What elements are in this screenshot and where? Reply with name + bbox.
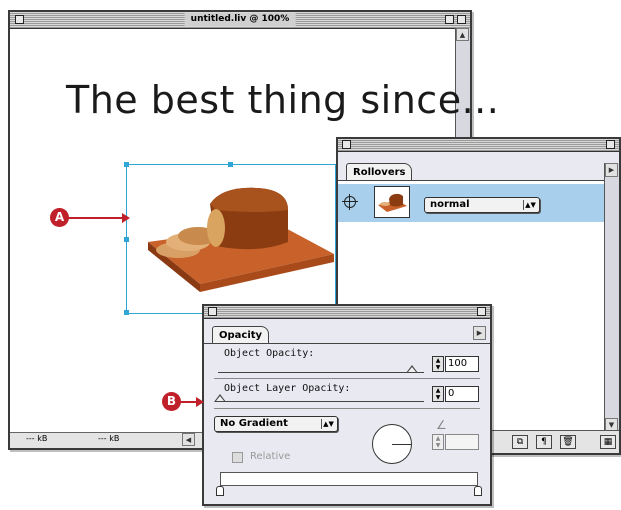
rollovers-scrollbar[interactable]: ▶ ▼	[604, 163, 619, 431]
tab-rollovers[interactable]: Rollovers	[346, 163, 413, 181]
crosshair-target-icon[interactable]	[342, 194, 358, 210]
headline-text[interactable]: The best thing since...	[66, 78, 499, 122]
document-title: untitled.liv @ 100%	[184, 13, 296, 26]
layer-opacity-stepper[interactable]: ▲ ▼	[432, 386, 444, 402]
selection-handle[interactable]	[124, 237, 129, 242]
rollovers-titlebar[interactable]	[338, 139, 619, 152]
opacity-palette: Opacity ▶ Object Opacity: ▲ ▼ 100 Object …	[202, 304, 492, 506]
selection-handle[interactable]	[124, 310, 129, 315]
document-titlebar[interactable]: untitled.liv @ 100%	[10, 12, 470, 29]
angle-stepper[interactable]: ▲ ▼	[432, 434, 444, 450]
selection-handle[interactable]	[228, 162, 233, 167]
angle-dial[interactable]	[372, 424, 412, 464]
layers-icon[interactable]: ▦	[600, 435, 616, 449]
scroll-up-arrow-icon[interactable]: ▲	[456, 28, 469, 41]
duplicate-icon[interactable]: ⧉	[512, 435, 528, 449]
section-divider	[214, 378, 480, 379]
gradient-stop-left[interactable]	[216, 486, 224, 496]
close-box-icon[interactable]	[15, 15, 24, 24]
callout-a: A	[50, 208, 69, 227]
relative-label: Relative	[250, 451, 291, 462]
rollover-state-value: normal	[430, 199, 470, 210]
collapse-box-icon[interactable]	[457, 15, 466, 24]
gradient-select[interactable]: No Gradient ▲▼	[214, 416, 338, 432]
object-opacity-stepper[interactable]: ▲ ▼	[432, 356, 444, 372]
popup-arrows-icon: ▲▼	[523, 200, 537, 210]
section-divider	[214, 408, 480, 409]
layer-opacity-label: Object Layer Opacity:	[224, 383, 351, 394]
object-opacity-slider-thumb[interactable]	[406, 365, 418, 373]
layer-opacity-field[interactable]: 0	[445, 386, 479, 402]
opacity-palette-menu-arrow-icon[interactable]: ▶	[473, 326, 486, 340]
callout-b: B	[162, 392, 181, 411]
opacity-titlebar[interactable]	[204, 306, 490, 319]
popup-arrows-icon: ▲▼	[321, 419, 335, 429]
callout-a-arrowhead	[122, 213, 130, 223]
tab-divider	[204, 343, 490, 344]
angle-icon: ∠	[436, 418, 447, 432]
status-size-mid: --- kB	[98, 434, 120, 443]
rollover-row[interactable]: normal ▲▼	[338, 184, 605, 222]
callout-a-line	[68, 217, 122, 219]
rollover-state-select[interactable]: normal ▲▼	[424, 197, 540, 213]
relative-checkbox[interactable]	[232, 452, 243, 463]
rollovers-close-box-icon[interactable]	[342, 140, 351, 149]
opacity-close-box-icon[interactable]	[208, 307, 217, 316]
object-opacity-label: Object Opacity:	[224, 348, 315, 359]
new-rollover-icon[interactable]: ¶	[536, 435, 552, 449]
scroll-left-arrow-icon[interactable]: ◀	[182, 433, 195, 446]
trash-icon[interactable]: 🗑	[560, 435, 576, 449]
gradient-value: No Gradient	[220, 418, 288, 429]
angle-dial-needle	[392, 444, 411, 445]
layer-opacity-slider[interactable]	[218, 401, 424, 402]
rollovers-collapse-box-icon[interactable]	[606, 140, 615, 149]
status-size-left: --- kB	[26, 434, 48, 443]
layer-opacity-slider-thumb[interactable]	[214, 394, 226, 402]
gradient-ramp[interactable]	[220, 472, 478, 486]
bread-thumbnail-image	[378, 193, 407, 212]
opacity-collapse-box-icon[interactable]	[477, 307, 486, 316]
rollover-thumbnail[interactable]	[374, 186, 410, 218]
zoom-box-icon[interactable]	[445, 15, 454, 24]
selection-handle[interactable]	[124, 162, 129, 167]
tab-opacity[interactable]: Opacity	[212, 326, 270, 344]
object-opacity-slider[interactable]	[218, 372, 424, 373]
palette-menu-arrow-icon[interactable]: ▶	[605, 163, 618, 177]
object-opacity-field[interactable]: 100	[445, 356, 479, 372]
bread-loaf-image[interactable]	[138, 184, 338, 294]
angle-field[interactable]	[445, 434, 479, 450]
gradient-stop-right[interactable]	[474, 486, 482, 496]
callout-b-arrowhead	[196, 397, 204, 407]
callout-b-line	[180, 401, 196, 403]
